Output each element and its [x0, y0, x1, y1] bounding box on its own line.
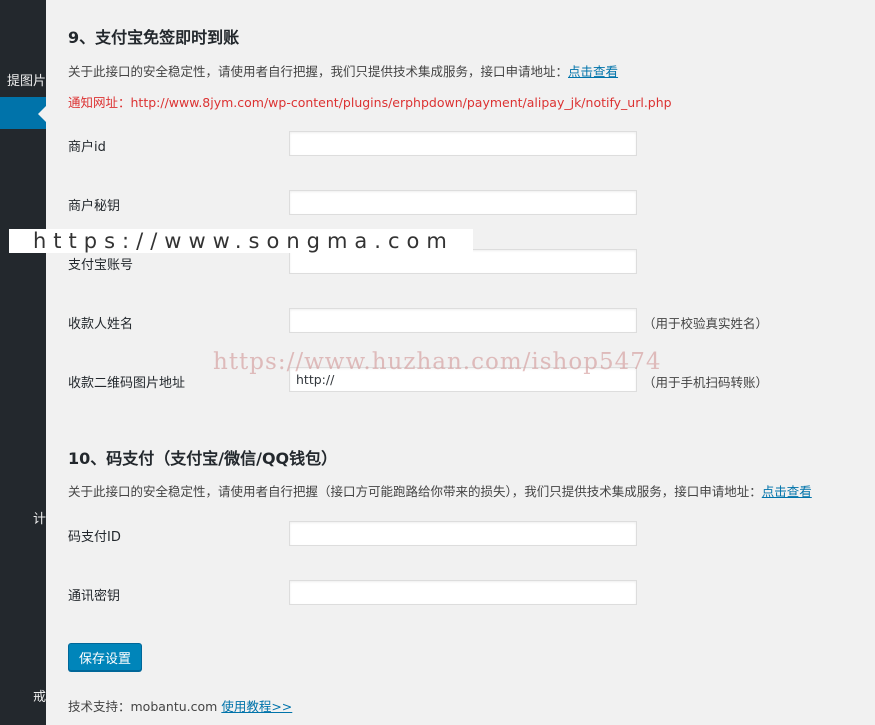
- apply-link[interactable]: 点击查看: [568, 64, 618, 79]
- sidebar-item-stats[interactable]: 计: [0, 508, 46, 527]
- sidebar-item-label: 戒: [32, 690, 46, 705]
- merchant-id-input[interactable]: [289, 131, 637, 156]
- notify-url: 通知网址：http://www.8jym.com/wp-content/plug…: [68, 95, 672, 110]
- sidebar-item-other[interactable]: 戒: [0, 686, 46, 705]
- description-text: 关于此接口的安全稳定性，请使用者自行把握，我们只提供技术集成服务，接口申请地址：: [68, 64, 569, 79]
- save-settings-button[interactable]: 保存设置: [68, 643, 142, 671]
- field-label-comm-key: 通讯密钥: [68, 589, 121, 604]
- payee-name-input[interactable]: [289, 308, 637, 333]
- codepay-id-input[interactable]: [289, 521, 637, 546]
- admin-sidebar: 提图片 计 戒: [0, 0, 46, 725]
- field-label-merchant-id: 商户id: [68, 140, 106, 155]
- field-label-qr-url: 收款二维码图片地址: [68, 376, 186, 391]
- watermark-banner: https://www.songma.com: [9, 229, 473, 253]
- field-label-codepay-id: 码支付ID: [68, 530, 121, 545]
- active-pointer-icon: [38, 106, 46, 122]
- field-label-payee-name: 收款人姓名: [68, 317, 134, 332]
- description-text: 关于此接口的安全稳定性，请使用者自行把握（接口方可能跑路给你带来的损失），我们只…: [68, 484, 762, 499]
- field-label-merchant-key: 商户秘钥: [68, 199, 121, 214]
- section-title-codepay: 10、码支付（支付宝/微信/QQ钱包）: [68, 449, 338, 468]
- merchant-key-input[interactable]: [289, 190, 637, 215]
- tech-support: 技术支持：mobantu.com 使用教程>>: [68, 696, 292, 715]
- comm-key-input[interactable]: [289, 580, 637, 605]
- sidebar-item-label: 提图片: [6, 74, 46, 89]
- apply-link[interactable]: 点击查看: [762, 484, 812, 499]
- payee-name-hint: （用于校验真实姓名）: [643, 316, 769, 331]
- watermark-text: https://www.huzhan.com/ishop5474: [213, 349, 662, 375]
- tutorial-link[interactable]: 使用教程>>: [221, 699, 292, 714]
- section-title-alipay: 9、支付宝免签即时到账: [68, 28, 240, 47]
- section-description: 关于此接口的安全稳定性，请使用者自行把握（接口方可能跑路给你带来的损失），我们只…: [68, 481, 812, 500]
- qr-url-hint: （用于手机扫码转账）: [643, 375, 769, 390]
- section-description: 关于此接口的安全稳定性，请使用者自行把握，我们只提供技术集成服务，接口申请地址：…: [68, 61, 618, 80]
- field-label-alipay-account: 支付宝账号: [68, 258, 134, 273]
- support-text: 技术支持：mobantu.com: [68, 699, 218, 714]
- sidebar-item-images[interactable]: 提图片: [0, 70, 46, 89]
- sidebar-item-label: 计: [32, 512, 46, 527]
